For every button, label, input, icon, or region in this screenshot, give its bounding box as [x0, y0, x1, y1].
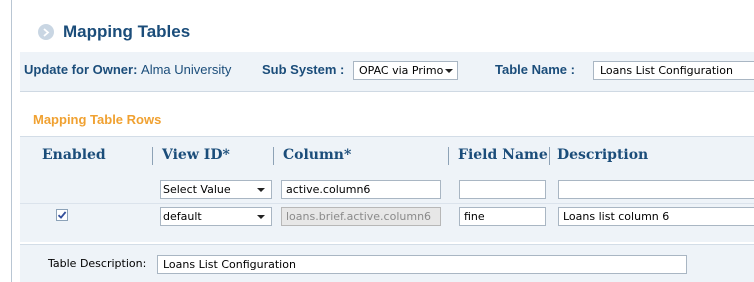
new-row-view-id-value: Select Value — [163, 183, 231, 196]
subsystem-value: OPAC via Primo — [359, 64, 444, 77]
section-title: Mapping Table Rows — [33, 112, 162, 127]
caret-down-icon — [445, 69, 453, 73]
column-divider — [549, 147, 550, 165]
new-row-field-name-field[interactable] — [459, 180, 546, 199]
caret-down-icon — [257, 188, 265, 192]
caret-down-icon — [257, 215, 265, 219]
header-field-name[interactable]: Field Name — [458, 147, 548, 163]
header-column[interactable]: Column* — [283, 147, 351, 163]
owner-bar: Update for Owner: Alma University Sub Sy… — [20, 52, 754, 92]
table-description-label: Table Description: — [48, 257, 147, 270]
table-description-field[interactable]: Loans List Configuration — [157, 255, 687, 274]
column-divider — [152, 147, 153, 165]
page-title: Mapping Tables — [63, 22, 191, 41]
row-view-id-select[interactable]: default — [160, 207, 272, 226]
subsystem-select[interactable]: OPAC via Primo — [353, 61, 458, 80]
row-column-field: loans.brief.active.column6 — [281, 207, 441, 226]
mapping-rows-grid: Enabled View ID* Column* Field Name Desc… — [20, 136, 754, 242]
table-name-field[interactable]: Loans List Configuration — [593, 61, 754, 80]
header-enabled[interactable]: Enabled — [42, 147, 106, 163]
owner-label: Update for Owner: Alma University — [24, 62, 231, 77]
new-row-view-id-select[interactable]: Select Value — [160, 180, 272, 199]
row-divider — [20, 203, 754, 204]
column-divider — [273, 147, 274, 165]
table-name-label: Table Name : — [495, 62, 575, 77]
row-description-field[interactable]: Loans list column 6 — [558, 207, 754, 226]
new-row-description-field[interactable] — [558, 180, 754, 199]
header-description[interactable]: Description — [557, 147, 648, 163]
new-row-column-field[interactable]: active.column6 — [281, 180, 441, 199]
update-for-owner-label: Update for Owner: — [24, 62, 138, 77]
column-divider — [448, 147, 449, 165]
subsystem-label: Sub System : — [262, 62, 345, 77]
table-description-bar: Table Description: Loans List Configurat… — [20, 244, 754, 282]
chevron-right-icon[interactable] — [38, 24, 54, 40]
row-view-id-value: default — [163, 210, 202, 223]
row-enabled-checkbox[interactable] — [56, 209, 68, 221]
row-field-name-field[interactable]: fine — [459, 207, 546, 226]
checkmark-icon — [57, 211, 67, 219]
page-header: Mapping Tables — [38, 20, 190, 44]
left-divider — [11, 0, 12, 282]
header-view-id[interactable]: View ID* — [162, 147, 230, 163]
owner-value: Alma University — [141, 62, 232, 77]
